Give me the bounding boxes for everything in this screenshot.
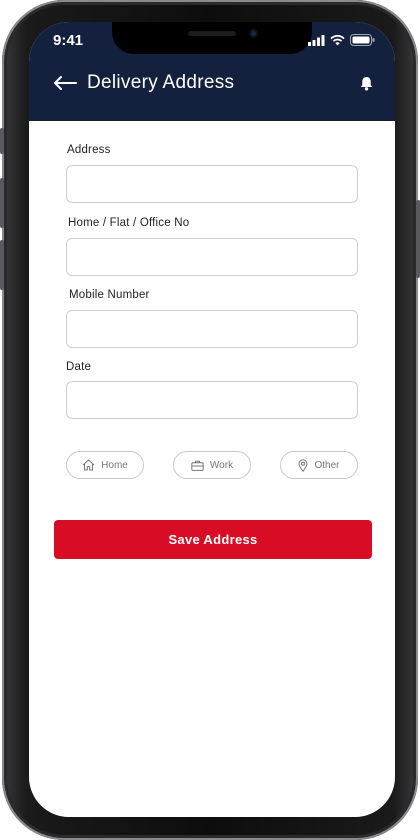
app-header: 9:41 Delivery Address (29, 22, 395, 121)
signal-icon (308, 34, 325, 46)
mute-switch (0, 128, 4, 154)
date-input[interactable] (66, 381, 358, 419)
status-time: 9:41 (53, 32, 84, 49)
mobile-number-label: Mobile Number (69, 289, 150, 301)
location-pin-icon (298, 458, 308, 472)
mobile-number-input[interactable] (66, 310, 358, 348)
volume-up-button (0, 178, 4, 228)
home-chip[interactable]: Home (66, 451, 144, 479)
other-chip-label: Other (314, 459, 340, 471)
address-type-selector: Home Work Other (66, 451, 360, 481)
status-icons (308, 34, 375, 46)
earpiece-speaker (188, 31, 236, 36)
briefcase-icon (191, 460, 204, 471)
back-arrow-icon[interactable] (53, 75, 77, 91)
home-icon (82, 459, 95, 471)
save-address-button[interactable]: Save Address (54, 520, 372, 559)
work-chip[interactable]: Work (173, 451, 251, 479)
power-button (416, 200, 420, 278)
wifi-icon (330, 34, 345, 45)
flat-number-input[interactable] (66, 238, 358, 276)
other-chip[interactable]: Other (280, 451, 358, 479)
address-input[interactable] (66, 165, 358, 203)
front-camera (249, 29, 258, 38)
notch (112, 22, 312, 54)
flat-number-label: Home / Flat / Office No (68, 217, 190, 229)
battery-icon (350, 34, 375, 46)
home-chip-label: Home (101, 459, 128, 471)
work-chip-label: Work (209, 459, 234, 471)
page-title: Delivery Address (87, 72, 235, 93)
bell-icon[interactable] (360, 76, 373, 91)
phone-frame: 9:41 Delivery Address Address Home / Fla… (0, 0, 420, 840)
title-row: Delivery Address (53, 72, 234, 94)
address-label: Address (67, 144, 111, 156)
date-label: Date (66, 361, 92, 373)
screen: 9:41 Delivery Address Address Home / Fla… (29, 22, 395, 817)
volume-down-button (0, 240, 4, 290)
